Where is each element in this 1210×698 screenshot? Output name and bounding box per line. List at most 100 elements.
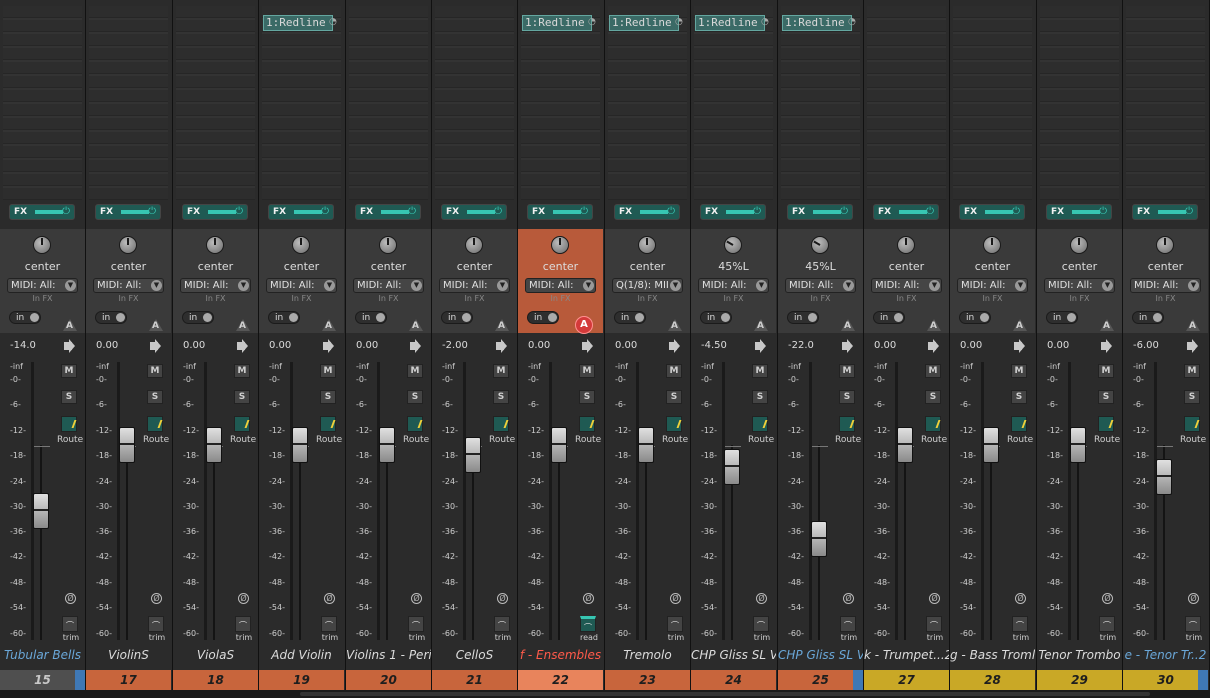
automation-mode[interactable]: trim: [749, 633, 775, 642]
fx-slot[interactable]: [867, 20, 946, 32]
power-icon[interactable]: ⏻: [580, 206, 588, 217]
speaker-icon[interactable]: [755, 342, 763, 350]
midi-input-select[interactable]: MIDI: All: ▼: [266, 278, 337, 293]
track-number[interactable]: 24: [691, 670, 776, 690]
fx-slot[interactable]: [176, 174, 255, 186]
speaker-icon[interactable]: [150, 342, 158, 350]
fx-chain-list[interactable]: [1126, 6, 1205, 200]
speaker-icon[interactable]: [1014, 342, 1022, 350]
pan-knob[interactable]: [983, 236, 1001, 254]
mute-button[interactable]: M: [925, 364, 941, 378]
fx-button[interactable]: FX ⏻: [873, 204, 939, 220]
input-select[interactable]: in: [95, 311, 127, 324]
fx-slot[interactable]: [608, 48, 687, 60]
fx-slot[interactable]: [3, 118, 82, 130]
speaker-icon[interactable]: [928, 342, 936, 350]
fx-slot[interactable]: [953, 6, 1032, 18]
volume-fader[interactable]: [1156, 459, 1172, 495]
speaker-icon[interactable]: [496, 342, 504, 350]
route-icon[interactable]: [407, 416, 423, 432]
volume-fader[interactable]: [724, 449, 740, 485]
speaker-icon[interactable]: [582, 342, 590, 350]
fx-slot[interactable]: [89, 160, 168, 172]
fx-slot[interactable]: [3, 104, 82, 116]
fx-slot[interactable]: [694, 34, 773, 46]
power-icon[interactable]: ⏻: [494, 206, 502, 217]
fx-slot[interactable]: [1040, 188, 1119, 200]
fx-slot[interactable]: [3, 34, 82, 46]
instrument-plugin[interactable]: 1:Redline F: [782, 15, 852, 31]
fx-slot[interactable]: [781, 174, 860, 186]
fx-slot[interactable]: [608, 160, 687, 172]
phase-invert-icon[interactable]: Ø: [497, 593, 508, 604]
phase-invert-icon[interactable]: Ø: [670, 593, 681, 604]
mute-button[interactable]: M: [320, 364, 336, 378]
record-arm-button[interactable]: A: [575, 316, 593, 334]
fx-slot[interactable]: [694, 90, 773, 102]
fx-slot[interactable]: [89, 48, 168, 60]
pan-knob[interactable]: [379, 236, 397, 254]
power-icon[interactable]: ⏻: [408, 206, 416, 217]
fx-slot[interactable]: [3, 132, 82, 144]
input-select[interactable]: in: [1132, 311, 1164, 324]
fx-slot[interactable]: [781, 90, 860, 102]
mute-button[interactable]: M: [61, 364, 77, 378]
instrument-plugin[interactable]: 1:Redline F: [263, 15, 333, 31]
fx-slot[interactable]: [781, 104, 860, 116]
fx-slot[interactable]: [1126, 132, 1205, 144]
fx-slot[interactable]: [262, 160, 341, 172]
fx-slot[interactable]: [435, 6, 514, 18]
fx-chain-list[interactable]: [1040, 6, 1119, 200]
track-name[interactable]: Tubular Bells: [0, 645, 85, 665]
solo-button[interactable]: S: [1184, 390, 1200, 404]
track-name[interactable]: ViolaS: [173, 645, 258, 665]
fx-slot[interactable]: [349, 20, 428, 32]
fx-slot[interactable]: [608, 118, 687, 130]
fx-slot[interactable]: [3, 174, 82, 186]
fx-slot[interactable]: [608, 104, 687, 116]
fx-slot[interactable]: [3, 48, 82, 60]
fx-slot[interactable]: [1040, 146, 1119, 158]
fx-chain-list[interactable]: [3, 6, 82, 200]
fx-slot[interactable]: [89, 174, 168, 186]
automation-button[interactable]: A: [1100, 319, 1114, 331]
automation-mode[interactable]: trim: [1181, 633, 1207, 642]
track-number[interactable]: 20: [346, 670, 431, 690]
fx-slot[interactable]: [953, 188, 1032, 200]
fx-slot[interactable]: [89, 104, 168, 116]
fx-slot[interactable]: [953, 104, 1032, 116]
fx-button[interactable]: FX ⏻: [959, 204, 1025, 220]
phase-invert-icon[interactable]: Ø: [411, 593, 422, 604]
solo-button[interactable]: S: [1011, 390, 1027, 404]
scrollbar-thumb[interactable]: [300, 692, 1150, 696]
fx-slot[interactable]: [89, 146, 168, 158]
power-icon[interactable]: ⏻: [1185, 206, 1193, 217]
input-select[interactable]: in: [441, 311, 473, 324]
fx-chain-list[interactable]: [781, 6, 860, 200]
track-number[interactable]: 21: [432, 670, 517, 690]
fx-slot[interactable]: [521, 48, 600, 60]
fx-slot[interactable]: [349, 174, 428, 186]
solo-button[interactable]: S: [407, 390, 423, 404]
horizontal-scrollbar[interactable]: [0, 690, 1210, 698]
fx-slot[interactable]: [867, 146, 946, 158]
fx-slot[interactable]: [176, 62, 255, 74]
automation-mode[interactable]: trim: [231, 633, 257, 642]
automation-button[interactable]: A: [754, 319, 768, 331]
route-icon[interactable]: [493, 416, 509, 432]
fx-slot[interactable]: [349, 118, 428, 130]
fx-slot[interactable]: [694, 188, 773, 200]
fx-slot[interactable]: [262, 62, 341, 74]
fx-slot[interactable]: [608, 62, 687, 74]
mute-button[interactable]: M: [1011, 364, 1027, 378]
volume-fader[interactable]: [983, 427, 999, 463]
volume-readout[interactable]: -2.00: [442, 340, 468, 351]
fx-slot[interactable]: [89, 76, 168, 88]
mute-button[interactable]: M: [407, 364, 423, 378]
pan-knob[interactable]: [551, 236, 569, 254]
track-number[interactable]: 30: [1123, 670, 1208, 690]
fx-slot[interactable]: [349, 104, 428, 116]
plugin-bypass-icon[interactable]: ◔: [329, 17, 337, 27]
fx-slot[interactable]: [1126, 118, 1205, 130]
speaker-icon[interactable]: [323, 342, 331, 350]
